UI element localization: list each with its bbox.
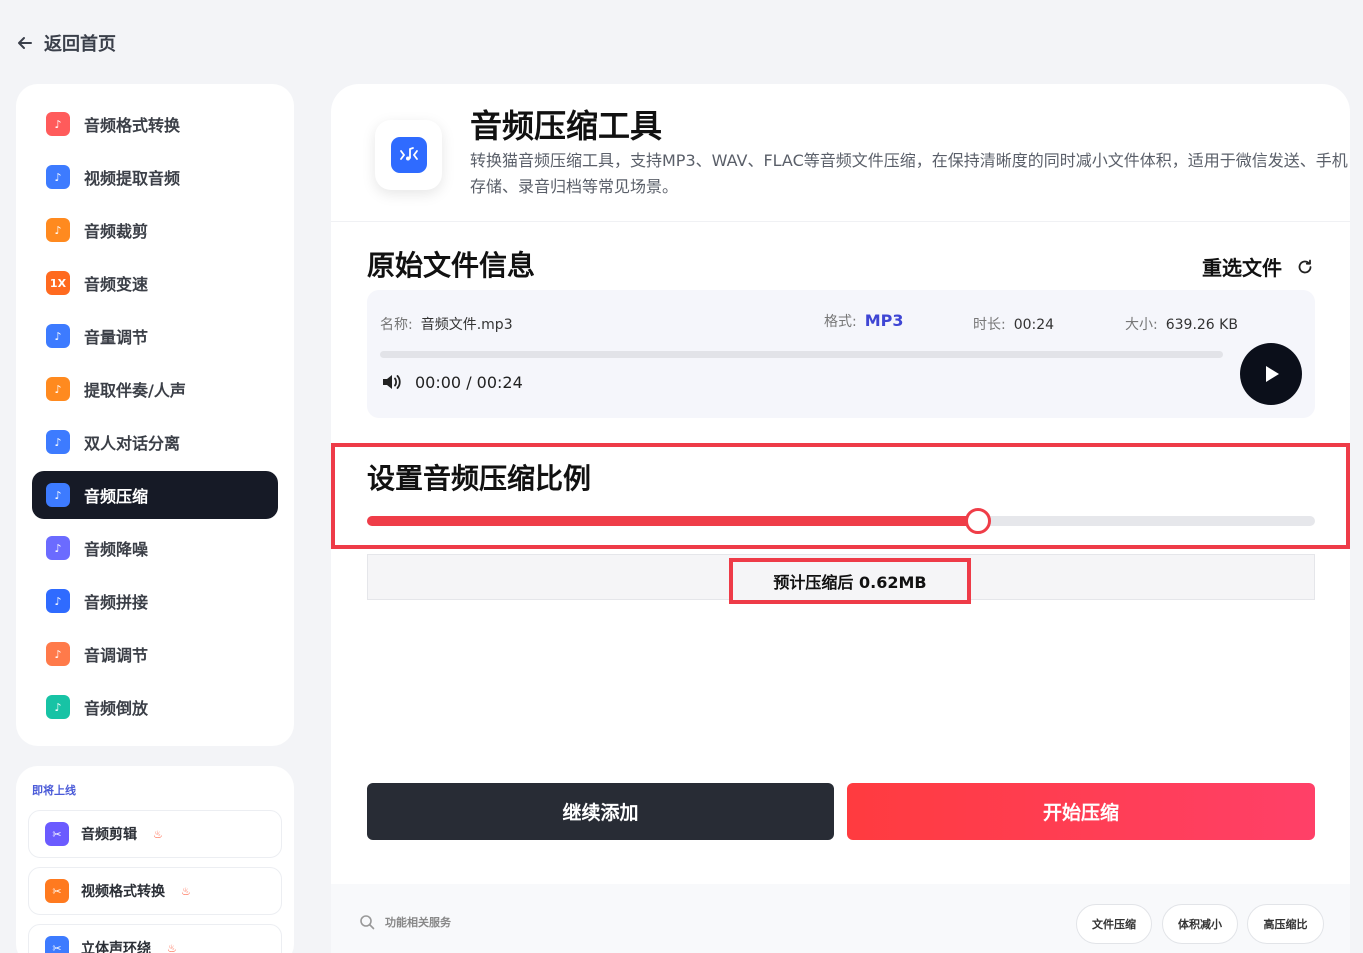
sidebar-item-label: 音频降噪 (84, 540, 149, 559)
audio-cut-icon: ♪ (46, 218, 70, 242)
sidebar-item-3[interactable]: 1X 音频变速 (32, 259, 278, 307)
sidebar-item-label: 音频压缩 (84, 487, 149, 506)
tool-header: 音频压缩工具 转换猫音频压缩工具，支持MP3、WAV、FLAC等音频文件压缩，在… (331, 84, 1350, 222)
file-name-label: 名称: (380, 317, 413, 333)
player-time-row: 00:00 / 00:24 (381, 372, 523, 392)
compression-slider[interactable] (367, 508, 1315, 534)
vocal-extract-icon: ♪ (46, 377, 70, 401)
coming-item-1[interactable]: ✂ 视频格式转换 ♨ (28, 867, 282, 915)
playback-progress-bar[interactable] (380, 351, 1223, 358)
file-name-value: 音频文件.mp3 (420, 317, 513, 333)
volume-icon: ♪ (46, 324, 70, 348)
add-more-button[interactable]: 继续添加 (367, 783, 834, 840)
sidebar-item-label: 音频变速 (84, 275, 149, 294)
tool-description: 转换猫音频压缩工具，支持MP3、WAV、FLAC等音频文件压缩，在保持清晰度的同… (470, 151, 1348, 196)
hot-icon: ♨ (181, 884, 191, 898)
start-compress-button[interactable]: 开始压缩 (847, 783, 1315, 840)
sidebar-item-10[interactable]: ♪ 音调调节 (32, 630, 278, 678)
speed-icon: 1X (46, 271, 70, 295)
reverse-icon: ♪ (46, 695, 70, 719)
file-duration: 时长: 00:24 (973, 314, 1054, 334)
sidebar-item-6[interactable]: ♪ 双人对话分离 (32, 418, 278, 466)
play-button[interactable] (1240, 343, 1302, 405)
sidebar-item-4[interactable]: ♪ 音量调节 (32, 312, 278, 360)
related-services: 功能相关服务 (359, 914, 451, 930)
file-duration-label: 时长: (973, 317, 1006, 333)
back-button[interactable]: 返回首页 (16, 30, 116, 56)
reselect-file-button[interactable]: 重选文件 (1202, 252, 1314, 281)
coming-item-label: 立体声环绕 (81, 941, 151, 953)
scissors-icon: ✂ (45, 822, 69, 846)
coming-item-label: 视频格式转换 (81, 884, 165, 900)
back-label: 返回首页 (44, 34, 116, 55)
file-info-title: 原始文件信息 (367, 249, 536, 282)
search-icon (360, 915, 375, 930)
sidebar-item-label: 音频倒放 (84, 699, 149, 718)
sidebar-item-label: 音频裁剪 (84, 222, 149, 241)
file-size-label: 大小: (1125, 317, 1158, 333)
hot-icon: ♨ (153, 827, 163, 841)
hot-icon: ♨ (167, 941, 177, 953)
coming-soon-panel: 即将上线 ✂ 音频剪辑 ♨ ✂ 视频格式转换 ♨ ✂ 立体声环绕 ♨ (16, 766, 294, 953)
audio-join-icon: ♪ (46, 589, 70, 613)
sidebar-item-8[interactable]: ♪ 音频降噪 (32, 524, 278, 572)
sidebar-item-0[interactable]: ♪ 音频格式转换 (32, 100, 278, 148)
sidebar-item-label: 视频提取音频 (84, 169, 181, 188)
tag-file-compress[interactable]: 文件压缩 (1076, 904, 1152, 944)
denoise-icon: ♪ (46, 536, 70, 560)
format-convert-icon: ♪ (46, 112, 70, 136)
coming-item-2[interactable]: ✂ 立体声环绕 ♨ (28, 924, 282, 953)
tool-title: 音频压缩工具 (470, 107, 663, 145)
slider-fill (367, 516, 979, 526)
file-format-label: 格式: (824, 314, 857, 330)
player-time: 00:00 / 00:24 (415, 372, 523, 392)
sidebar-item-11[interactable]: ♪ 音频倒放 (32, 683, 278, 731)
sidebar-item-1[interactable]: ♪ 视频提取音频 (32, 153, 278, 201)
file-size-value: 639.26 KB (1165, 317, 1238, 333)
file-size: 大小: 639.26 KB (1125, 314, 1238, 334)
sidebar: ♪ 音频格式转换 ♪ 视频提取音频 ♪ 音频裁剪 1X 音频变速 ♪ 音量调节 ♪ 提取伴奏/人声 ♪ 双… (16, 84, 294, 746)
file-format: 格式: MP3 (824, 311, 904, 331)
speaker-icon[interactable] (381, 372, 403, 392)
sidebar-item-label: 双人对话分离 (84, 434, 181, 453)
file-name: 名称: 音频文件.mp3 (380, 314, 513, 334)
coming-item-label: 音频剪辑 (81, 827, 137, 843)
footer: 功能相关服务 文件压缩 体积减小 高压缩比 (331, 884, 1350, 953)
sidebar-item-9[interactable]: ♪ 音频拼接 (32, 577, 278, 625)
main-panel: 音频压缩工具 转换猫音频压缩工具，支持MP3、WAV、FLAC等音频文件压缩，在… (331, 84, 1350, 953)
sidebar-item-label: 音频拼接 (84, 593, 149, 612)
compression-title: 设置音频压缩比例 (367, 462, 592, 495)
dialog-split-icon: ♪ (46, 430, 70, 454)
file-info-card: 名称: 音频文件.mp3 格式: MP3 时长: 00:24 大小: 639.26 KB… (367, 290, 1315, 418)
play-icon (1266, 366, 1279, 382)
sidebar-item-label: 音调调节 (84, 646, 149, 665)
coming-item-0[interactable]: ✂ 音频剪辑 ♨ (28, 810, 282, 858)
arrow-left-icon (18, 37, 32, 49)
refresh-icon (1298, 259, 1312, 273)
file-format-value: MP3 (864, 311, 904, 330)
tool-logo (375, 120, 442, 190)
video-extract-icon: ♪ (46, 165, 70, 189)
pitch-icon: ♪ (46, 642, 70, 666)
tag-high-ratio[interactable]: 高压缩比 (1247, 904, 1324, 944)
sidebar-item-label: 提取伴奏/人声 (84, 381, 186, 400)
sidebar-item-7[interactable]: ♪ 音频压缩 (32, 471, 278, 519)
sidebar-item-2[interactable]: ♪ 音频裁剪 (32, 206, 278, 254)
related-services-label: 功能相关服务 (385, 916, 451, 929)
audio-compress-icon (390, 137, 427, 173)
estimated-size: 预计压缩后 0.62MB (729, 558, 971, 604)
coming-soon-title: 即将上线 (32, 784, 76, 797)
video-convert-icon: ✂ (45, 879, 69, 903)
audio-compress-icon: ♪ (46, 483, 70, 507)
tag-size-reduce[interactable]: 体积减小 (1162, 904, 1238, 944)
sidebar-item-5[interactable]: ♪ 提取伴奏/人声 (32, 365, 278, 413)
sidebar-item-label: 音量调节 (84, 328, 149, 347)
file-duration-value: 00:24 (1013, 317, 1055, 333)
reselect-label: 重选文件 (1202, 256, 1282, 280)
sidebar-item-label: 音频格式转换 (84, 116, 181, 135)
surround-icon: ✂ (45, 936, 69, 953)
